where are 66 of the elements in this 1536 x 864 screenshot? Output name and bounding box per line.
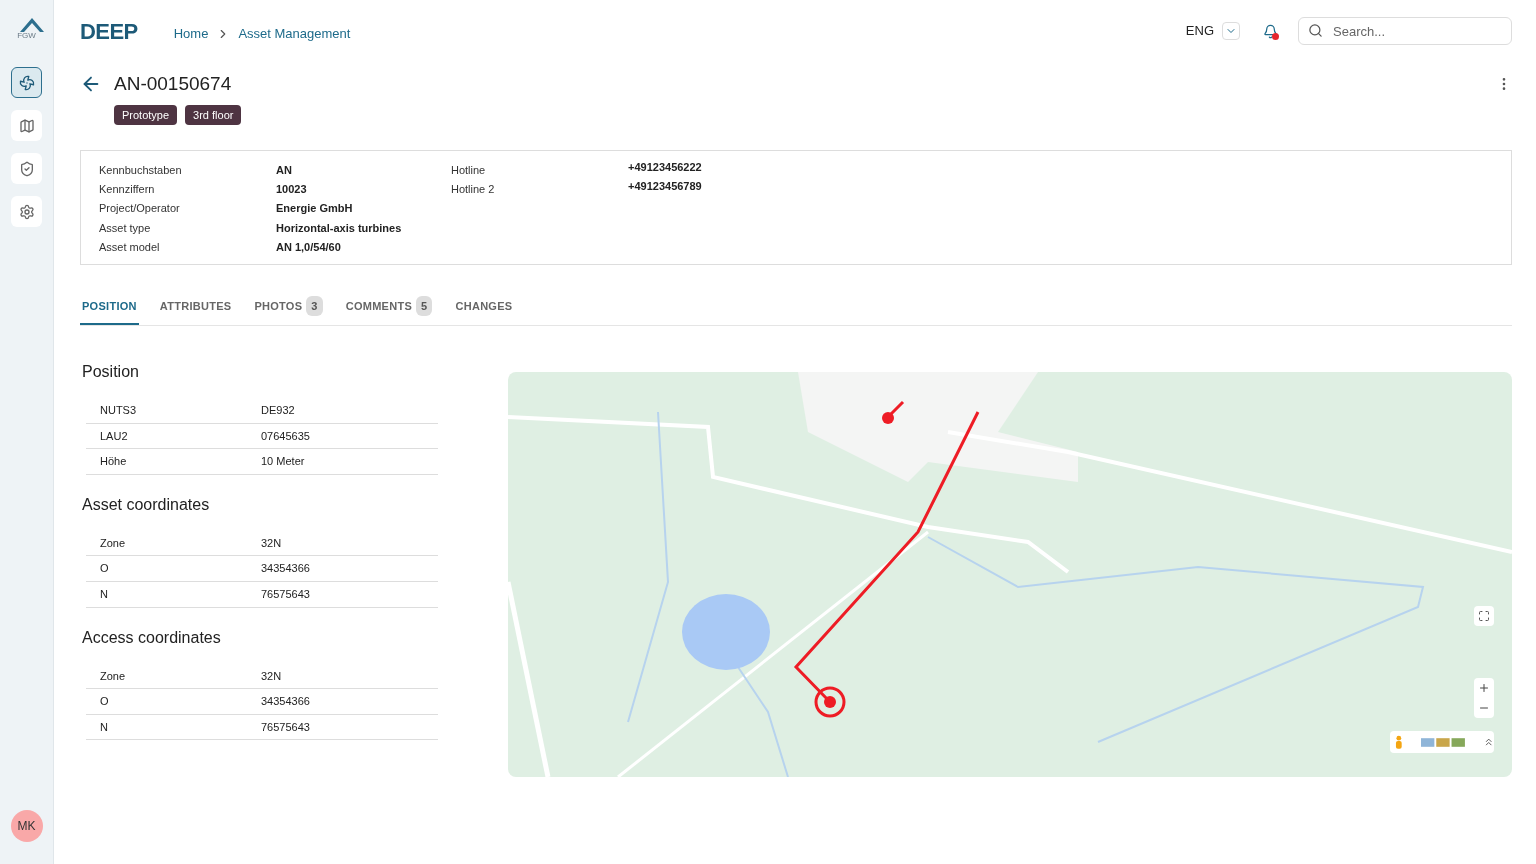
tab[interactable]: POSITION xyxy=(80,289,139,325)
row-label: Höhe xyxy=(99,454,128,470)
fan-icon xyxy=(18,74,35,91)
row-label: LAU2 xyxy=(99,428,129,444)
plus-icon xyxy=(1478,682,1490,694)
shield-icon xyxy=(18,160,35,177)
sidebar-item[interactable] xyxy=(11,153,42,184)
count-badge: 5 xyxy=(416,295,433,317)
detail-value: AN xyxy=(276,163,293,178)
brand-name: DEEP xyxy=(80,17,138,46)
detail-label: Asset type xyxy=(99,220,152,236)
row-value: 76575643 xyxy=(261,587,310,602)
breadcrumb-link[interactable]: Asset Management xyxy=(238,24,351,44)
row-value: 32N xyxy=(261,535,282,551)
gear-icon xyxy=(18,203,35,220)
row-value: 34354366 xyxy=(261,694,310,710)
fullscreen-icon xyxy=(1478,610,1490,622)
row-label: O xyxy=(99,561,110,577)
detail-label: Project/Operator xyxy=(99,201,181,217)
row-label: O xyxy=(99,694,110,710)
section-title: Asset coordinates xyxy=(82,494,211,515)
section-title: Position xyxy=(82,362,140,382)
row-value: DE932 xyxy=(261,403,295,419)
detail-label: Kennbuchstaben xyxy=(99,163,183,178)
sidebar-item[interactable] xyxy=(11,196,42,227)
language-label: ENG xyxy=(1185,22,1214,41)
search-icon xyxy=(1308,23,1323,38)
detail-value: +49123456222 xyxy=(628,160,703,175)
row-label: N xyxy=(99,587,109,602)
logo-text: FGW xyxy=(17,32,36,40)
detail-label: Hotline xyxy=(451,163,487,178)
tab[interactable]: CHANGES xyxy=(453,289,515,325)
detail-label: Kennziffern xyxy=(99,182,156,198)
row-label: Zone xyxy=(99,668,127,684)
user-avatar[interactable]: MK xyxy=(10,810,43,842)
tag: 3rd floor xyxy=(185,104,242,125)
asset-title: AN-00150674 xyxy=(114,72,232,96)
detail-value: Horizontal-axis turbines xyxy=(276,220,403,236)
layers-icon[interactable] xyxy=(1420,737,1465,747)
bell-icon xyxy=(1262,23,1278,39)
detail-value: +49123456789 xyxy=(628,179,703,195)
row-value: 32N xyxy=(261,668,282,684)
sidebar-item[interactable] xyxy=(11,67,42,98)
row-value: 76575643 xyxy=(261,719,310,735)
count-badge: 3 xyxy=(306,295,323,317)
search-field[interactable]: Search... xyxy=(1298,17,1512,45)
tab[interactable]: PHOTOS 3 xyxy=(252,289,325,325)
fullscreen-button[interactable] xyxy=(1474,606,1494,626)
row-value: 07645635 xyxy=(261,428,310,444)
row-label: Zone xyxy=(99,535,127,551)
row-label: N xyxy=(99,719,109,735)
tab[interactable]: ATTRIBUTES xyxy=(157,289,234,325)
detail-value: AN 1,0/54/60 xyxy=(276,239,342,255)
row-label: NUTS3 xyxy=(99,403,138,419)
breadcrumb-link[interactable]: Home xyxy=(173,24,209,44)
section-title: Access coordinates xyxy=(82,627,222,648)
detail-label: Asset model xyxy=(99,239,161,255)
row-value: 10 Meter xyxy=(261,454,305,470)
detail-label: Hotline 2 xyxy=(451,182,496,198)
tag: Prototype xyxy=(114,104,178,125)
sidebar-item[interactable] xyxy=(11,110,42,141)
row-value: 34354366 xyxy=(261,561,310,577)
detail-value: 10023 xyxy=(276,182,308,198)
tab[interactable]: COMMENTS 5 xyxy=(343,289,435,325)
map-icon xyxy=(18,117,35,134)
detail-value: Energie GmbH xyxy=(276,201,354,217)
